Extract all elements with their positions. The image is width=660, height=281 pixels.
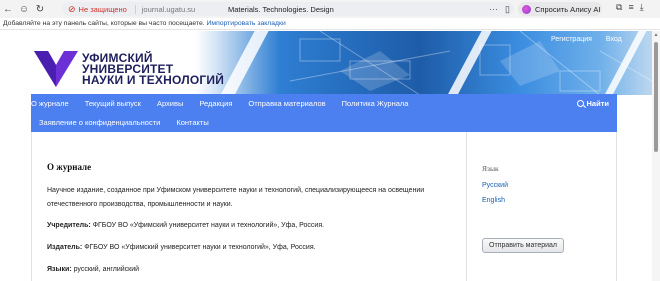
founder-value: ФГБОУ ВО «Уфимский университет науки и т… <box>90 222 325 229</box>
languages-info: Языки: русский, английский <box>47 263 457 277</box>
university-logo-text: УФИМСКИЙ УНИВЕРСИТЕТ НАУКИ И ТЕХНОЛОГИЙ <box>82 52 225 87</box>
back-icon[interactable]: ← <box>0 1 16 17</box>
address-bar[interactable]: ⊘ Не защищено journal.ugatu.su Materials… <box>62 2 514 16</box>
nav-item-editorial[interactable]: Редакция <box>199 99 232 108</box>
profile-icon[interactable]: ☺ <box>16 1 32 17</box>
nav-item-current-issue[interactable]: Текущий выпуск <box>85 99 141 108</box>
nav-item-policy[interactable]: Политика Журнала <box>342 99 409 108</box>
page-title: О журнале <box>47 162 92 172</box>
page-content: О журнале Научное издание, созданное при… <box>31 132 617 281</box>
publisher-info: Издатель: ФГБОУ ВО «Уфимский университет… <box>47 241 457 255</box>
register-link[interactable]: Регистрация <box>551 36 592 43</box>
security-warning-label: Не защищено <box>78 4 127 14</box>
logo-line: НАУКИ И ТЕХНОЛОГИЙ <box>82 73 225 87</box>
alice-assistant-button[interactable]: Спросить Алису AI <box>518 2 602 16</box>
warning-icon: ⊘ <box>68 3 76 14</box>
search-button[interactable]: Найти <box>576 94 609 113</box>
reload-icon[interactable]: ↻ <box>32 1 48 17</box>
browser-toolbar: ← ☺ ↻ ⊘ Не защищено journal.ugatu.su Mat… <box>0 0 660 18</box>
nav-item-contacts[interactable]: Контакты <box>176 118 208 127</box>
url-domain: journal.ugatu.su <box>134 4 195 14</box>
alice-icon <box>522 4 531 14</box>
column-divider <box>466 132 467 281</box>
nav-item-submissions[interactable]: Отправка материалов <box>248 99 325 108</box>
import-bookmarks-link[interactable]: Импортировать закладки <box>207 20 286 27</box>
browser-right-icons: ⧉ ≡ ⤓ <box>616 2 644 13</box>
login-link[interactable]: Вход <box>606 36 622 43</box>
tab-page-title: Materials. Technologies. Design <box>228 4 334 14</box>
extensions-icon[interactable]: ⧉ <box>616 2 622 13</box>
scrollbar-thumb[interactable] <box>654 42 658 152</box>
search-label: Найти <box>586 99 609 108</box>
security-warning[interactable]: ⊘ Не защищено <box>68 4 127 15</box>
bookmark-icon[interactable]: ▯ <box>505 4 510 15</box>
main-nav: О журнале Текущий выпуск Архивы Редакция… <box>31 94 617 132</box>
alice-assistant-label: Спросить Алису AI <box>535 4 601 14</box>
university-logo-icon <box>34 51 78 87</box>
languages-value: русский, английский <box>71 266 140 273</box>
publisher-label: Издатель: <box>47 244 83 251</box>
scroll-up-icon[interactable]: ▲ <box>652 31 660 39</box>
nav-row-secondary: Заявление о конфиденциальности Контакты <box>31 113 225 132</box>
more-options-icon[interactable]: ··· <box>489 4 498 14</box>
journal-description: Научное издание, созданное при Уфимском … <box>47 187 425 208</box>
publisher-value: ФГБОУ ВО «Уфимский университет науки и т… <box>82 244 316 251</box>
nav-item-archives[interactable]: Архивы <box>157 99 183 108</box>
language-link-russian[interactable]: Русский <box>482 182 508 189</box>
nav-item-privacy[interactable]: Заявление о конфиденциальности <box>39 118 160 127</box>
bookmark-bar-hint: Добавляйте на эту панель сайты, которые … <box>3 20 205 27</box>
bookmark-bar: Добавляйте на эту панель сайты, которые … <box>0 18 660 30</box>
menu-icon[interactable]: ≡ <box>628 2 633 13</box>
user-links: Регистрация Вход <box>551 36 622 43</box>
site-header: УФИМСКИЙ УНИВЕРСИТЕТ НАУКИ И ТЕХНОЛОГИЙ … <box>0 31 652 95</box>
language-link-english[interactable]: English <box>482 197 505 204</box>
founder-info: Учредитель: ФГБОУ ВО «Уфимский университ… <box>47 219 457 233</box>
languages-label: Языки: <box>47 266 72 273</box>
submit-material-button[interactable]: Отправить материал <box>482 238 565 253</box>
download-icon[interactable]: ⤓ <box>640 2 644 13</box>
nav-item-about[interactable]: О журнале <box>31 99 69 108</box>
language-block-title: Язык <box>482 164 499 173</box>
nav-row-primary: О журнале Текущий выпуск Архивы Редакция… <box>31 94 424 113</box>
founder-label: Учредитель: <box>47 222 91 229</box>
search-icon <box>576 100 584 107</box>
